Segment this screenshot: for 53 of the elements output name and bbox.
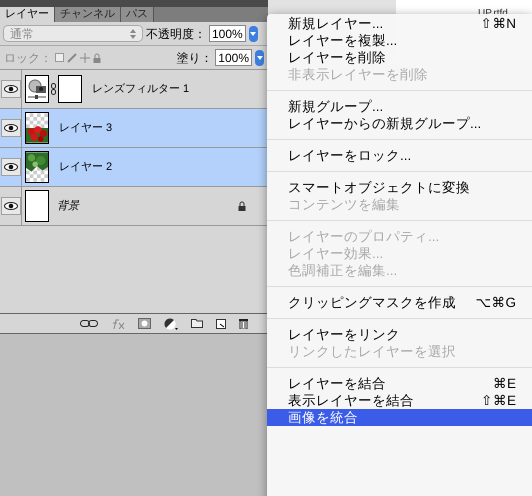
shortcut-text: ⇧⌘E [480,392,516,409]
shortcut-text: ⌘E [492,375,516,392]
menu-item[interactable]: レイヤーを結合 ⌘E [267,375,532,392]
layer-row[interactable]: レンズフィルター 1 [0,70,268,109]
link-icon[interactable] [80,320,98,327]
fill-label: 塗り： [176,50,212,66]
layer-name: レンズフィルター 1 [92,82,190,97]
mask-icon[interactable] [138,318,151,329]
layer-name: 背景 [57,198,81,214]
menu-item[interactable]: レイヤーからの新規グループ... [267,115,532,132]
chain-icon [51,83,56,95]
shortcut-text: ⌥⌘G [475,294,516,311]
panel-tab[interactable]: レイヤー [0,7,55,22]
blend-mode-value: 通常 [10,26,34,42]
shortcut-text: ⇧⌘N [480,16,516,32]
menu-item[interactable]: クリッピングマスクを作成 ⌥⌘G [267,294,532,311]
menu-item[interactable]: レイヤーを複製... [267,32,532,49]
layer-row[interactable]: レイヤー 3 [0,109,268,148]
eye-icon [4,124,18,132]
folder-icon[interactable] [191,319,203,328]
lens-icon [25,75,49,103]
adjustment-layer-icon[interactable] [164,318,178,330]
visibility-toggle[interactable] [1,158,21,176]
visibility-toggle[interactable] [1,80,21,98]
lock-label: ロック： [4,50,52,66]
fill-field[interactable]: 100% [215,49,252,66]
panel-tab[interactable]: チャンネル [55,7,121,22]
layer-thumbnail [25,190,49,222]
dropdown-arrow-icon[interactable] [255,50,264,66]
panel-tab[interactable]: パス [121,7,154,22]
layer-row[interactable]: レイヤー 2 [0,148,268,187]
opacity-field[interactable]: 100% [209,25,246,42]
trash-icon[interactable] [239,318,248,329]
layer-name: レイヤー 3 [59,120,114,136]
menu-item[interactable]: レイヤーをロック... [267,147,532,164]
new-layer-icon[interactable] [216,318,226,328]
layer-name: レイヤー 2 [59,160,114,175]
layer-mask-thumbnail [58,75,82,103]
layer-row[interactable]: 背景 [0,187,268,226]
menu-item[interactable]: スマートオブジェクトに変換 [267,179,532,196]
eye-icon [4,85,18,93]
menu-item[interactable]: レイヤーをリンク [267,326,532,343]
dropdown-arrow-icon[interactable] [248,26,258,42]
eye-icon [4,163,18,171]
menu-item[interactable]: 表示レイヤーを結合 ⇧⌘E [267,392,532,409]
menu-item[interactable]: 画像を統合 [267,409,532,426]
stepper-icon [130,28,136,38]
menu-item[interactable]: レイヤーを削除 [267,49,532,66]
opacity-label: 不透明度： [146,26,206,42]
eye-icon [4,202,18,210]
menu-item[interactable]: 新規グループ... [267,98,532,115]
visibility-toggle[interactable] [1,197,21,215]
visibility-toggle[interactable] [1,119,21,137]
